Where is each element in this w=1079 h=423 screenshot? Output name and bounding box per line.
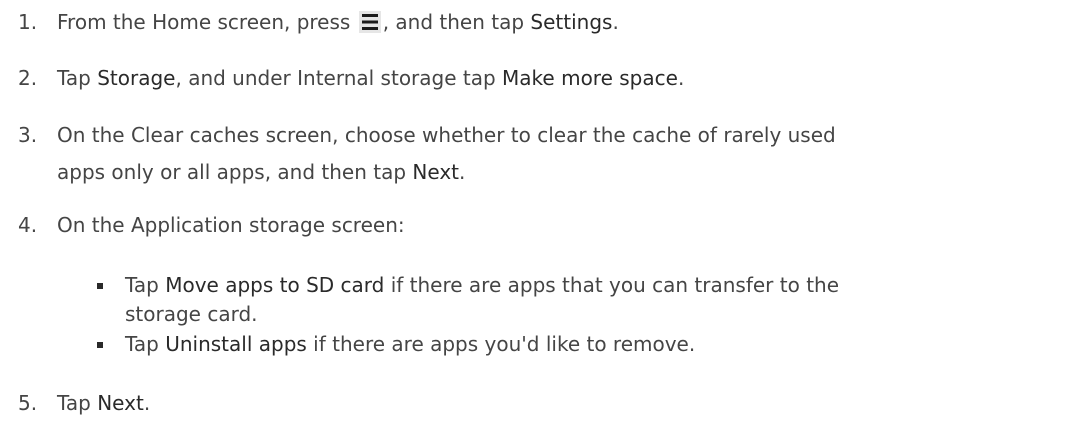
- step-text-part: .: [677, 66, 685, 90]
- step-text-part: , and then tap: [382, 10, 531, 34]
- step-text-part: if there are apps that you can transfer …: [384, 273, 840, 297]
- step-text-part: apps only or all apps, and then tap: [57, 160, 413, 184]
- step-text: On the Application storage screen:: [57, 213, 405, 237]
- substep-text: Tap Move apps to SD card if there are ap…: [125, 271, 839, 299]
- step-text-part: .: [612, 10, 619, 34]
- step-text-part: Tap: [57, 66, 98, 90]
- menu-icon: [358, 11, 381, 33]
- storage-label: Storage: [97, 66, 176, 90]
- step-text-part: Tap: [125, 332, 166, 356]
- step-text: From the Home screen, press , and then t…: [57, 8, 1072, 36]
- uninstall-apps-label: Uninstall apps: [165, 332, 307, 356]
- step-text-part: .: [143, 391, 151, 415]
- step-text: apps only or all apps, and then tap Next…: [57, 158, 1072, 186]
- substep-text: storage card.: [125, 302, 258, 326]
- step-text: Tap Next.: [57, 389, 1072, 417]
- step-number: 2.: [18, 66, 38, 90]
- step-number: 5.: [18, 391, 38, 415]
- next-label: Next: [97, 391, 144, 415]
- step-text-part: if there are apps you'd like to remove.: [306, 332, 696, 356]
- step-number: 3.: [18, 123, 38, 147]
- settings-label: Settings: [530, 10, 613, 34]
- step-text-part: , and under Internal storage tap: [175, 66, 503, 90]
- step-text-part: From the Home screen, press: [57, 10, 357, 34]
- bullet-icon: [97, 283, 103, 289]
- substep-text: Tap Uninstall apps if there are apps you…: [125, 330, 695, 358]
- next-label: Next: [412, 160, 459, 184]
- step-text: On the Clear caches screen, choose wheth…: [57, 123, 836, 147]
- bullet-icon: [97, 342, 103, 348]
- move-apps-label: Move apps to SD card: [165, 273, 385, 297]
- step-text: Tap Storage, and under Internal storage …: [57, 64, 1072, 92]
- instruction-list: 1. From the Home screen, press , and the…: [0, 0, 1079, 423]
- make-more-space-label: Make more space: [502, 66, 678, 90]
- step-number: 4.: [18, 213, 38, 237]
- step-text-part: Tap: [57, 391, 98, 415]
- step-text-part: Tap: [125, 273, 166, 297]
- step-number: 1.: [18, 10, 38, 34]
- step-text-part: .: [459, 160, 466, 184]
